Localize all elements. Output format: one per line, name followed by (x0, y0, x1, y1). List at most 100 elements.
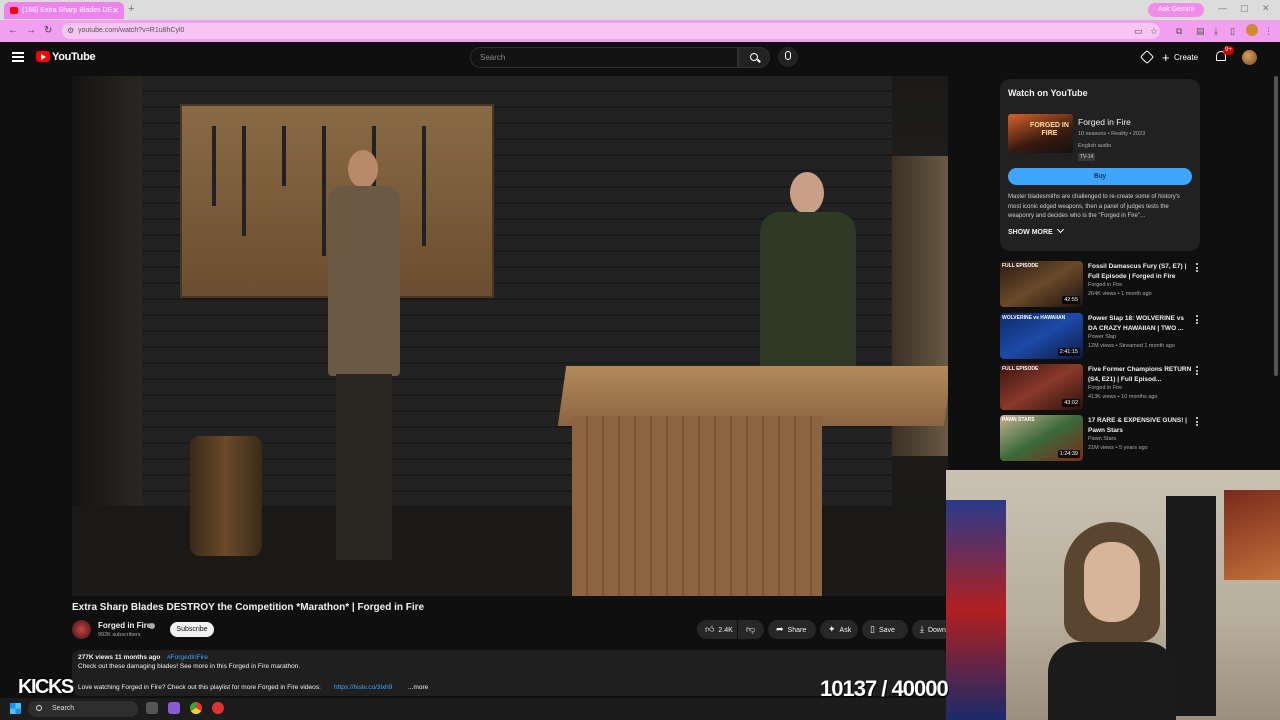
forward-icon[interactable]: → (26, 25, 36, 36)
kicks-overlay-label: KICKS (18, 676, 74, 698)
recommendation-item[interactable]: WOLVERINE vs HAWAIIAN 2:41:15 Power Slap… (1000, 313, 1204, 361)
maximize-icon[interactable]: ▢ (1240, 3, 1249, 14)
more-actions-icon[interactable] (1196, 366, 1198, 376)
voice-search-button[interactable] (778, 47, 798, 67)
duration-badge: 1:24:39 (1057, 450, 1080, 458)
recommendation-title[interactable]: Power Slap 18: WOLVERINE vs DA CRAZY HAW… (1088, 314, 1192, 333)
minimize-icon[interactable]: — (1218, 3, 1227, 13)
more-actions-icon[interactable] (1196, 417, 1198, 427)
account-avatar[interactable] (1242, 50, 1257, 65)
youtube-logo-icon[interactable] (36, 51, 50, 62)
recommendation-item[interactable]: PAWN STARS 1:24:39 17 RARE & EXPENSIVE G… (1000, 415, 1204, 463)
recommendation-title[interactable]: 17 RARE & EXPENSIVE GUNS! | Pawn Stars (1088, 416, 1192, 435)
more-actions-icon[interactable] (1196, 315, 1198, 325)
recommendation-title[interactable]: Fossil Damascus Fury (S7, E7) | Full Epi… (1088, 262, 1192, 281)
recommendation-channel[interactable]: Power Slap (1088, 334, 1116, 340)
cast-icon[interactable] (1139, 49, 1155, 65)
search-icon (36, 705, 42, 711)
task-view-icon[interactable] (146, 702, 158, 714)
recommendation-channel[interactable]: Forged in Fire (1088, 385, 1122, 391)
browser-tab-title: (168) Extra Sharp Blades DE... (22, 7, 119, 14)
youtube-header: YouTube Search + Create 9+ (0, 42, 1280, 74)
browser-menu-icon[interactable]: ⋮ (1264, 26, 1273, 37)
video-player[interactable] (72, 76, 948, 596)
site-info-icon[interactable]: ⚙ (67, 26, 74, 35)
recommendation-thumbnail[interactable]: FULL EPISODE 42:55 (1000, 261, 1083, 307)
app-icon[interactable] (212, 702, 224, 714)
thumbnail-tag: PAWN STARS (1002, 417, 1035, 423)
extensions-icon[interactable]: ⧉ (1176, 26, 1182, 37)
microphone-icon (785, 51, 791, 60)
browser-tab[interactable]: (168) Extra Sharp Blades DE... ✕ (4, 2, 124, 19)
app-icon[interactable] (168, 702, 180, 714)
download-button[interactable]: ⤓ Down (912, 620, 948, 639)
recommendation-channel[interactable]: Pawn Stars (1088, 436, 1116, 442)
playlist-link[interactable]: https://histv.co/3lxh9 (334, 684, 392, 691)
share-arrow-icon: ➦ (776, 624, 784, 634)
plus-icon: + (1162, 50, 1170, 65)
hamburger-menu-icon[interactable] (12, 52, 24, 62)
barrel (190, 436, 262, 556)
search-input[interactable]: Search (470, 47, 738, 68)
panel-heading: Watch on YouTube (1008, 88, 1088, 98)
ask-gemini-button[interactable]: Ask Gemini (1148, 3, 1204, 17)
search-button[interactable] (738, 47, 770, 68)
subscribe-button[interactable]: Subscribe (170, 622, 214, 637)
show-more-label: SHOW MORE (1008, 229, 1053, 236)
content-rating-badge: TV-14 (1078, 153, 1096, 161)
save-button[interactable]: ▯ Save (862, 620, 908, 639)
recommendation-thumbnail[interactable]: PAWN STARS 1:24:39 (1000, 415, 1083, 461)
sparkle-icon: ✦ (828, 624, 836, 634)
recommendation-item[interactable]: FULL EPISODE 42:55 Fossil Damascus Fury … (1000, 261, 1204, 309)
youtube-wordmark[interactable]: YouTube (52, 51, 96, 63)
webcam-overlay (946, 470, 1280, 720)
windows-start-icon[interactable] (10, 703, 21, 714)
url-text: youtube.com/watch?v=R1u8hCyl0 (78, 27, 185, 34)
duration-badge: 42:55 (1062, 296, 1080, 304)
install-icon[interactable]: ▭ (1134, 26, 1143, 37)
downloads-icon[interactable]: ⤓ (1214, 26, 1218, 37)
channel-avatar[interactable] (72, 620, 91, 639)
windows-taskbar: Search (0, 698, 946, 720)
new-tab-button[interactable]: + (128, 3, 134, 15)
url-field[interactable]: ⚙ youtube.com/watch?v=R1u8hCyl0 (62, 23, 1160, 39)
create-label: Create (1174, 53, 1199, 62)
ask-button[interactable]: ✦ Ask (820, 620, 858, 639)
browser-profile-avatar[interactable] (1246, 24, 1258, 36)
youtube-favicon-icon (10, 7, 18, 14)
reading-list-icon[interactable]: ▤ (1196, 26, 1205, 37)
bookmark-star-icon[interactable]: ☆ (1150, 26, 1158, 37)
show-title[interactable]: Forged in Fire (1078, 117, 1131, 127)
wall-flag (946, 500, 1006, 720)
show-more-button[interactable]: SHOW MORE (1008, 225, 1064, 236)
dislike-button[interactable]: 👎︎ (738, 620, 764, 639)
recommendation-thumbnail[interactable]: WOLVERINE vs HAWAIIAN 2:41:15 (1000, 313, 1083, 359)
taskbar-search[interactable]: Search (28, 701, 138, 717)
back-icon[interactable]: ← (8, 25, 18, 36)
like-button[interactable]: 👍︎ 2.4K (697, 620, 737, 639)
page-scrollbar[interactable] (1274, 76, 1278, 376)
channel-name[interactable]: Forged in Fire (98, 621, 151, 630)
recommendation-thumbnail[interactable]: FULL EPISODE 43:02 (1000, 364, 1083, 410)
buy-button[interactable]: Buy (1008, 168, 1192, 185)
recommendation-channel[interactable]: Forged in Fire (1088, 282, 1122, 288)
recommendation-meta: 12M views • Streamed 1 month ago (1088, 343, 1175, 349)
show-thumbnail[interactable]: FORGED IN FIRE (1008, 114, 1073, 153)
chrome-icon[interactable] (190, 702, 202, 714)
show-audio: English audio (1078, 143, 1112, 149)
like-count: 2.4K (718, 627, 733, 634)
create-button[interactable]: + Create (1158, 48, 1206, 68)
recommendation-item[interactable]: FULL EPISODE 43:02 Five Former Champions… (1000, 364, 1204, 412)
reload-icon[interactable]: ↻ (44, 25, 52, 36)
share-button[interactable]: ➦ Share (768, 620, 816, 639)
close-tab-icon[interactable]: ✕ (112, 6, 119, 15)
hashtag-link[interactable]: #ForgedInFire (167, 654, 208, 661)
side-panel-icon[interactable]: ▯ (1230, 26, 1235, 37)
more-button[interactable]: ...more (408, 684, 428, 691)
show-logo: FORGED IN FIRE (1030, 122, 1069, 137)
recommendation-title[interactable]: Five Former Champions RETURN (S4, E21) |… (1088, 365, 1192, 384)
duration-badge: 43:02 (1062, 399, 1080, 407)
view-stats: 277K views 11 months ago (78, 654, 161, 661)
close-window-icon[interactable]: ✕ (1262, 3, 1270, 14)
more-actions-icon[interactable] (1196, 263, 1198, 273)
